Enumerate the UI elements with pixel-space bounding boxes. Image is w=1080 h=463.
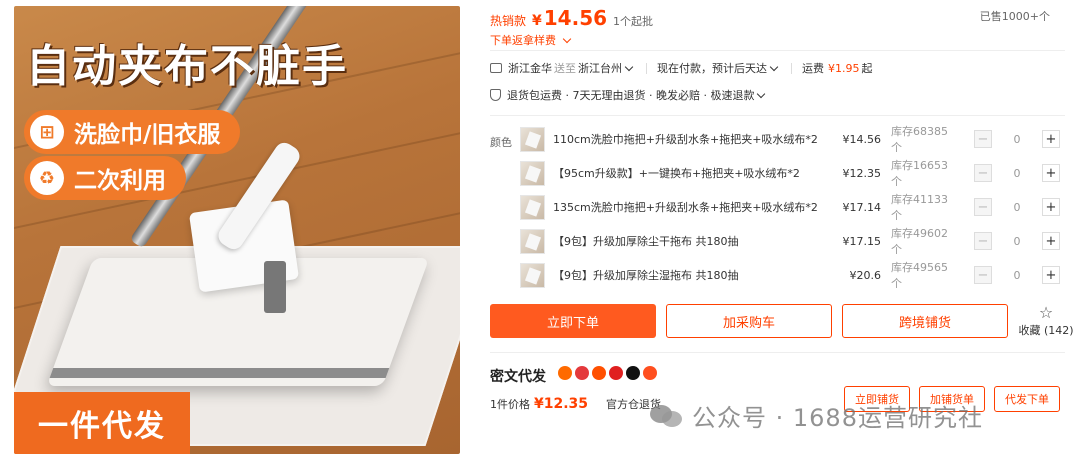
unit-price-row: 1件价格 ¥12.35 官方仓退货 bbox=[490, 396, 662, 412]
sku-stock: 库存49602个 bbox=[891, 227, 948, 256]
service-guarantees[interactable]: 退货包运费 · 7天无理由退货 · 晚发必赔 · 极速退款 bbox=[490, 87, 768, 103]
price-row: 热销款 ¥ 14.56 1个起批 bbox=[490, 6, 653, 30]
chevron-down-icon bbox=[757, 89, 766, 98]
product-info-panel: 热销款 ¥ 14.56 1个起批 已售1000+个 下单返拿样费 浙江金华 送至… bbox=[490, 0, 1074, 463]
dropship-banner: 一件代发 bbox=[14, 392, 190, 454]
sku-name: 110cm洗脸巾拖把+升级刮水条+拖把夹+吸水绒布*2 bbox=[553, 133, 818, 146]
sku-price: ¥17.15 bbox=[842, 234, 882, 248]
image-headline: 自动夹布不脏手 bbox=[26, 41, 348, 92]
price-value: 14.56 bbox=[543, 6, 608, 30]
platform-taobao-icon bbox=[592, 366, 606, 380]
delivery-estimate[interactable]: 现在付款，预计后天达 bbox=[657, 60, 767, 76]
quantity-stepper: − 0 + bbox=[974, 130, 1060, 148]
shield-icon bbox=[490, 89, 501, 101]
sku-list: 110cm洗脸巾拖把+升级刮水条+拖把夹+吸水绒布*2 ¥14.56 库存683… bbox=[520, 122, 1060, 292]
quantity-input[interactable]: 0 bbox=[992, 269, 1042, 282]
increment-button[interactable]: + bbox=[1042, 266, 1060, 284]
destination-select[interactable]: 浙江台州 bbox=[578, 60, 622, 76]
sku-price: ¥17.14 bbox=[842, 200, 882, 214]
currency-symbol: ¥ bbox=[532, 13, 542, 29]
quantity-input[interactable]: 0 bbox=[992, 133, 1042, 146]
feature-pill-recycle: ♻ 二次利用 bbox=[24, 156, 186, 200]
hot-label: 热销款 bbox=[490, 14, 527, 28]
sku-stock: 库存16653个 bbox=[891, 159, 948, 188]
shirt-icon: ⊞ bbox=[30, 115, 64, 149]
quantity-stepper: − 0 + bbox=[974, 198, 1060, 216]
sku-thumbnail[interactable] bbox=[520, 194, 545, 220]
decrement-button[interactable]: − bbox=[974, 164, 992, 182]
shipping-row: 浙江金华 送至 浙江台州 现在付款，预计后天达 运费 ¥1.95 起 bbox=[490, 60, 873, 76]
sku-price: ¥12.35 bbox=[842, 166, 882, 180]
decrement-button[interactable]: − bbox=[974, 232, 992, 250]
sample-fee-dropdown[interactable]: 下单返拿样费 bbox=[490, 32, 574, 48]
quantity-stepper: − 0 + bbox=[974, 266, 1060, 284]
platform-kuaishou-icon bbox=[609, 366, 623, 380]
shipping-fee: ¥1.95 bbox=[828, 61, 860, 75]
product-main-image[interactable]: 自动夹布不脏手 ⊞ 洗脸巾/旧衣服 ♻ 二次利用 一件代发 bbox=[14, 6, 460, 454]
color-label: 颜色 bbox=[490, 136, 512, 149]
cross-border-button[interactable]: 跨境铺货 bbox=[842, 304, 1008, 338]
sku-name: 【95cm升级款】+一键换布+拖把夹+吸水绒布*2 bbox=[553, 167, 800, 180]
sku-stock: 库存49565个 bbox=[891, 261, 948, 290]
platform-pdd-icon bbox=[575, 366, 589, 380]
quantity-stepper: − 0 + bbox=[974, 232, 1060, 250]
quantity-stepper: − 0 + bbox=[974, 164, 1060, 182]
sku-stock: 库存68385个 bbox=[891, 125, 948, 154]
truck-icon bbox=[490, 63, 502, 73]
sku-thumbnail[interactable] bbox=[520, 228, 545, 254]
sku-row: 【9包】升级加厚除尘干拖布 共180抽 ¥17.15 库存49602个 − 0 … bbox=[520, 224, 1060, 258]
sku-price: ¥20.6 bbox=[849, 268, 882, 282]
sku-row: 135cm洗脸巾拖把+升级刮水条+拖把夹+吸水绒布*2 ¥17.14 库存411… bbox=[520, 190, 1060, 224]
sku-price: ¥14.56 bbox=[842, 132, 882, 146]
divider bbox=[490, 50, 1065, 51]
increment-button[interactable]: + bbox=[1042, 130, 1060, 148]
sku-name: 【9包】升级加厚除尘湿拖布 共180抽 bbox=[553, 269, 739, 282]
sku-name: 【9包】升级加厚除尘干拖布 共180抽 bbox=[553, 235, 739, 248]
sku-thumbnail[interactable] bbox=[520, 126, 545, 152]
buy-now-button[interactable]: 立即下单 bbox=[490, 304, 656, 338]
sku-name: 135cm洗脸巾拖把+升级刮水条+拖把夹+吸水绒布*2 bbox=[553, 201, 818, 214]
quantity-input[interactable]: 0 bbox=[992, 167, 1042, 180]
increment-button[interactable]: + bbox=[1042, 232, 1060, 250]
add-to-cart-button[interactable]: 加采购车 bbox=[666, 304, 832, 338]
increment-button[interactable]: + bbox=[1042, 164, 1060, 182]
quantity-input[interactable]: 0 bbox=[992, 201, 1042, 214]
platform-1688-icon bbox=[558, 366, 572, 380]
sku-row: 【95cm升级款】+一键换布+拖把夹+吸水绒布*2 ¥12.35 库存16653… bbox=[520, 156, 1060, 190]
decrement-button[interactable]: − bbox=[974, 266, 992, 284]
feature-pill-towel: ⊞ 洗脸巾/旧衣服 bbox=[24, 110, 241, 154]
dropship-order-button[interactable]: 代发下单 bbox=[994, 386, 1060, 412]
increment-button[interactable]: + bbox=[1042, 198, 1060, 216]
sku-stock: 库存41133个 bbox=[891, 193, 948, 222]
sku-thumbnail[interactable] bbox=[520, 160, 545, 186]
decrement-button[interactable]: − bbox=[974, 130, 992, 148]
watermark: 公众号 · 1688运营研究社 bbox=[650, 398, 983, 433]
recycle-icon: ♻ bbox=[30, 161, 64, 195]
platform-other-icon bbox=[643, 366, 657, 380]
chevron-down-icon bbox=[562, 34, 572, 43]
min-order: 1个起批 bbox=[613, 15, 654, 28]
favorite-button[interactable]: ☆ 收藏 (142) bbox=[1016, 304, 1076, 338]
chevron-down-icon[interactable] bbox=[769, 62, 779, 71]
sku-row: 110cm洗脸巾拖把+升级刮水条+拖把夹+吸水绒布*2 ¥14.56 库存683… bbox=[520, 122, 1060, 156]
quantity-input[interactable]: 0 bbox=[992, 235, 1042, 248]
wechat-icon bbox=[650, 403, 684, 429]
platform-douyin-icon bbox=[626, 366, 640, 380]
star-icon: ☆ bbox=[1038, 303, 1054, 322]
dropship-title: 密文代发 bbox=[490, 369, 546, 385]
decrement-button[interactable]: − bbox=[974, 198, 992, 216]
sold-count: 已售1000+个 bbox=[979, 10, 1050, 23]
action-buttons: 立即下单 加采购车 跨境铺货 bbox=[490, 304, 1008, 338]
sku-row: 【9包】升级加厚除尘湿拖布 共180抽 ¥20.6 库存49565个 − 0 + bbox=[520, 258, 1060, 292]
sku-thumbnail[interactable] bbox=[520, 262, 545, 288]
chevron-down-icon[interactable] bbox=[624, 62, 634, 71]
platform-icons bbox=[558, 366, 657, 380]
unit-price: ¥12.35 bbox=[534, 396, 589, 412]
